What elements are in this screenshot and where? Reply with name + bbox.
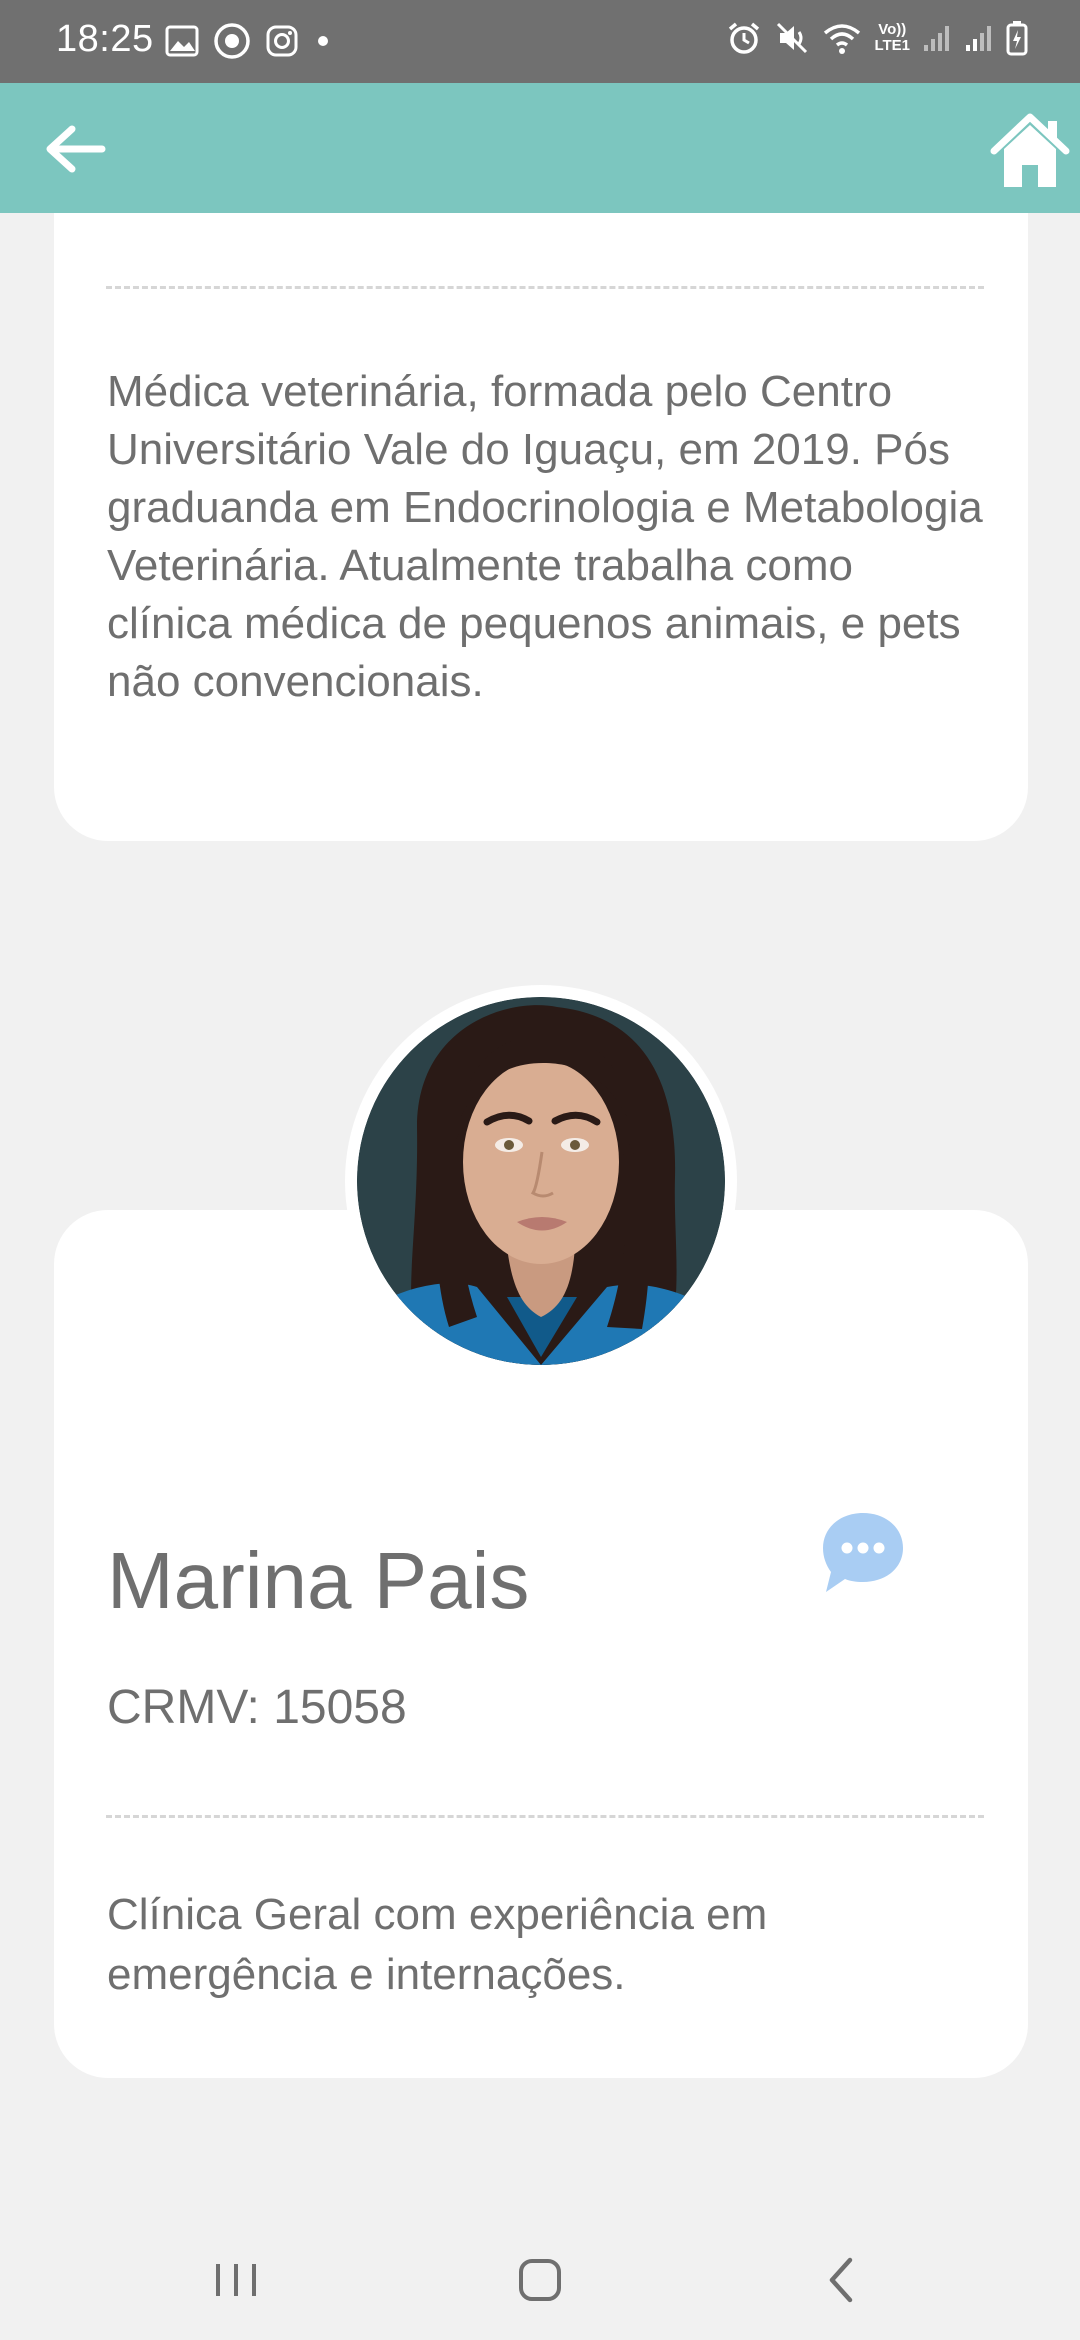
recents-icon[interactable]: [206, 2250, 266, 2310]
bio-card: Médica veterinária, formada pelo Centro …: [54, 213, 1028, 841]
dot-icon: [318, 36, 328, 46]
image-icon: [165, 25, 199, 57]
record-icon: [214, 23, 250, 59]
battery-charging-icon: [1006, 21, 1028, 56]
divider: [106, 1815, 984, 1818]
alarm-icon: [729, 22, 760, 54]
vet-name: Marina Pais: [107, 1536, 530, 1625]
avatar: [357, 997, 725, 1365]
app-bar: [0, 83, 1080, 213]
wifi-icon: [824, 24, 861, 54]
home-circle-icon[interactable]: [510, 2250, 570, 2310]
status-bar: 18:25 Vo)) LTE1: [0, 0, 1080, 83]
signal-icon: [966, 26, 991, 51]
instagram-icon: [266, 25, 298, 57]
system-nav-bar: [0, 2210, 1080, 2340]
lte-indicator: Vo)) LTE1: [874, 21, 910, 54]
mute-icon: [777, 22, 808, 54]
status-time: 18:25: [56, 18, 154, 60]
back-chevron-icon[interactable]: [812, 2250, 872, 2310]
crmv-number: CRMV: 15058: [107, 1681, 407, 1734]
divider: [106, 286, 984, 289]
bio-text: Médica veterinária, formada pelo Centro …: [107, 367, 983, 706]
home-icon[interactable]: [988, 111, 1072, 191]
chat-bubble-icon[interactable]: [818, 1508, 908, 1598]
signal-icon: [924, 26, 949, 51]
specialty-text: Clínica Geral com experiência em emergên…: [107, 1890, 768, 1999]
back-arrow-icon[interactable]: [40, 119, 110, 179]
avatar-frame: [345, 985, 737, 1377]
